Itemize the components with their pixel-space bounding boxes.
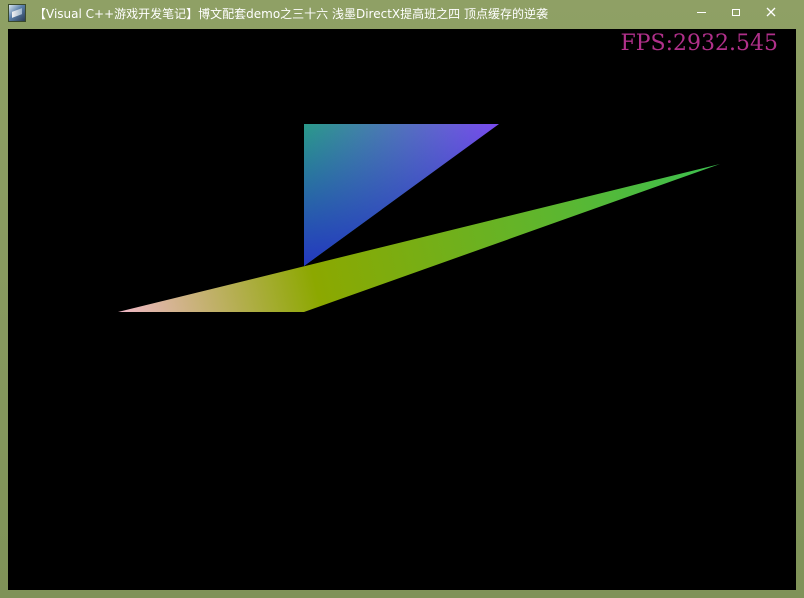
minimize-icon xyxy=(696,11,706,13)
gradient-triangle-lower xyxy=(118,164,720,312)
fps-counter: FPS:2932.545 xyxy=(620,31,778,56)
app-icon[interactable] xyxy=(8,4,26,22)
render-scene xyxy=(118,124,720,312)
maximize-button[interactable] xyxy=(719,0,753,24)
app-window: 【Visual C++游戏开发笔记】博文配套demo之三十六 浅墨DirectX… xyxy=(0,0,804,598)
title-bar[interactable]: 【Visual C++游戏开发笔记】博文配套demo之三十六 浅墨DirectX… xyxy=(0,0,804,26)
maximize-icon xyxy=(732,8,740,16)
close-icon xyxy=(766,7,776,17)
window-title: 【Visual C++游戏开发笔记】博文配套demo之三十六 浅墨DirectX… xyxy=(34,7,548,21)
render-viewport[interactable]: FPS:2932.545 xyxy=(8,29,796,590)
minimize-button[interactable] xyxy=(684,0,718,24)
close-button[interactable] xyxy=(754,0,788,24)
